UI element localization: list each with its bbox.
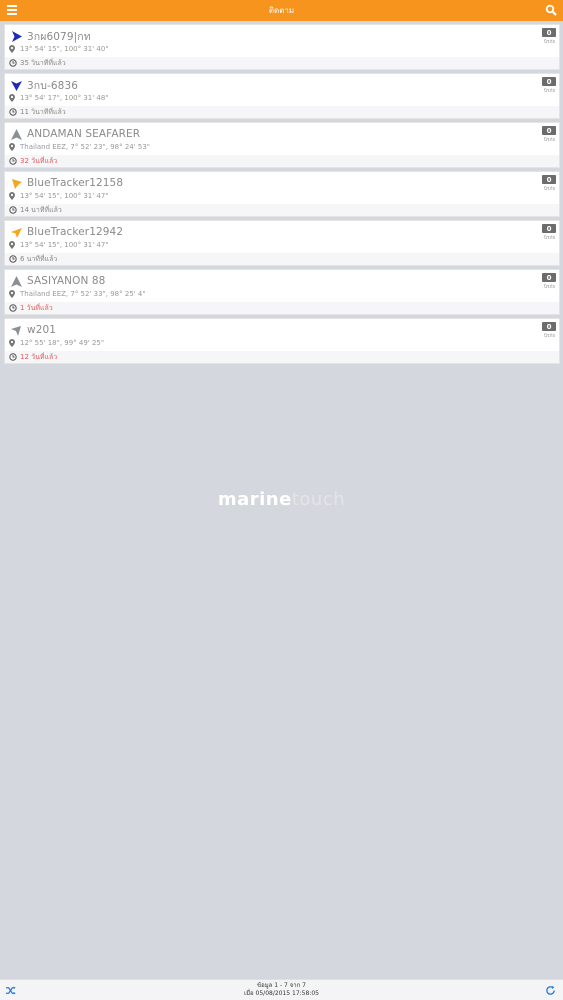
position-text: Thailand EEZ, 7° 52' 33", 98° 25' 4" bbox=[20, 290, 146, 298]
map-pin-icon bbox=[9, 143, 15, 151]
last-seen-text: 11 วินาทีที่แล้ว bbox=[20, 107, 66, 116]
last-seen-row: 1 วันที่แล้ว bbox=[5, 302, 559, 314]
vessel-card[interactable]: 3กผ6079|กท 13° 54' 15", 100° 31' 40" 35 … bbox=[4, 24, 560, 70]
map-pin-icon bbox=[9, 241, 15, 249]
vessel-header: SASIYANON 88 bbox=[10, 273, 105, 289]
vessel-position: 13° 54' 15", 100° 31' 47" bbox=[9, 192, 109, 200]
heading-arrow-icon bbox=[12, 178, 22, 189]
vessel-header: 3กบ-6836 bbox=[10, 77, 78, 93]
vessel-position: 13° 54' 15", 100° 31' 47" bbox=[9, 241, 109, 249]
last-seen-text: 6 นาทีที่แล้ว bbox=[20, 254, 58, 263]
last-seen-row: 35 วินาทีที่แล้ว bbox=[5, 57, 559, 69]
map-pin-icon bbox=[9, 192, 15, 200]
vessel-list: 3กผ6079|กท 13° 54' 15", 100° 31' 40" 35 … bbox=[4, 24, 560, 367]
watermark-part2: touch bbox=[291, 489, 346, 510]
heading-arrow-icon bbox=[11, 80, 22, 91]
top-bar: ติดตาม bbox=[0, 0, 563, 21]
last-seen-row: 11 วินาทีที่แล้ว bbox=[5, 106, 559, 118]
clock-icon bbox=[9, 59, 17, 67]
vessel-header: BlueTracker12158 bbox=[10, 175, 123, 191]
page-title: ติดตาม bbox=[268, 6, 295, 15]
position-text: 13° 54' 15", 100° 31' 47" bbox=[20, 192, 109, 200]
last-seen-text: 32 วันที่แล้ว bbox=[20, 156, 58, 165]
alert-count-badge: 0 bbox=[542, 28, 556, 37]
alert-count-label: นิรภัย bbox=[543, 40, 555, 45]
heading-arrow-icon bbox=[11, 325, 21, 336]
vessel-card[interactable]: BlueTracker12942 13° 54' 15", 100° 31' 4… bbox=[4, 220, 560, 266]
clock-icon bbox=[9, 108, 17, 116]
vessel-name: BlueTracker12158 bbox=[27, 177, 124, 189]
vessel-position: 13° 54' 15", 100° 31' 40" bbox=[9, 45, 109, 53]
vessel-position: 13° 54' 17", 100° 31' 48" bbox=[9, 94, 109, 102]
vessel-position: Thailand EEZ, 7° 52' 33", 98° 25' 4" bbox=[9, 290, 146, 298]
watermark-part1: marine bbox=[217, 489, 292, 510]
vessel-header: ANDAMAN SEAFARER bbox=[10, 126, 140, 142]
search-icon[interactable] bbox=[545, 4, 557, 16]
last-seen-text: 14 นาทีที่แล้ว bbox=[20, 205, 62, 214]
alert-count-badge: 0 bbox=[542, 322, 556, 331]
clock-icon bbox=[9, 157, 17, 165]
position-text: 12° 55' 18", 99° 49' 25" bbox=[20, 339, 105, 347]
vessel-card[interactable]: BlueTracker12158 13° 54' 15", 100° 31' 4… bbox=[4, 171, 560, 217]
heading-arrow-icon bbox=[11, 275, 22, 287]
position-text: Thailand EEZ, 7° 52' 23", 98° 24' 53" bbox=[20, 143, 151, 151]
refresh-icon[interactable] bbox=[545, 985, 556, 996]
shuffle-icon[interactable] bbox=[5, 985, 16, 996]
heading-arrow-icon bbox=[11, 128, 22, 140]
clock-icon bbox=[9, 255, 17, 263]
record-range: ข้อมูล 1 - 7 จาก 7 bbox=[256, 982, 306, 989]
alert-count-label: นิรภัย bbox=[543, 334, 555, 339]
alert-count-badge: 0 bbox=[542, 126, 556, 135]
clock-icon bbox=[9, 304, 17, 312]
vessel-card[interactable]: ANDAMAN SEAFARER Thailand EEZ, 7° 52' 23… bbox=[4, 122, 560, 168]
last-updated: เมื่อ 05/08/2015 17:58:05 bbox=[244, 990, 319, 997]
alert-count-badge: 0 bbox=[542, 273, 556, 282]
position-text: 13° 54' 17", 100° 31' 48" bbox=[20, 94, 109, 102]
map-pin-icon bbox=[9, 94, 15, 102]
alert-count-badge: 0 bbox=[542, 77, 556, 86]
alert-count-badge: 0 bbox=[542, 175, 556, 184]
vessel-card[interactable]: 3กบ-6836 13° 54' 17", 100° 31' 48" 11 วิ… bbox=[4, 73, 560, 119]
vessel-header: BlueTracker12942 bbox=[10, 224, 123, 240]
menu-icon[interactable] bbox=[7, 5, 17, 15]
last-seen-row: 6 นาทีที่แล้ว bbox=[5, 253, 559, 265]
vessel-name: SASIYANON 88 bbox=[27, 275, 106, 287]
last-seen-row: 32 วันที่แล้ว bbox=[5, 155, 559, 167]
clock-icon bbox=[9, 353, 17, 361]
last-seen-row: 12 วันที่แล้ว bbox=[5, 351, 559, 363]
clock-icon bbox=[9, 206, 17, 214]
brand-watermark: marinetouch bbox=[0, 489, 563, 510]
vessel-position: Thailand EEZ, 7° 52' 23", 98° 24' 53" bbox=[9, 143, 150, 151]
last-seen-row: 14 นาทีที่แล้ว bbox=[5, 204, 559, 216]
alert-count-label: นิรภัย bbox=[543, 187, 555, 192]
vessel-name: BlueTracker12942 bbox=[27, 226, 124, 238]
alert-count-label: นิรภัย bbox=[543, 236, 555, 241]
map-pin-icon bbox=[9, 339, 15, 347]
map-pin-icon bbox=[9, 45, 15, 53]
heading-arrow-icon bbox=[12, 30, 22, 42]
alert-count-label: นิรภัย bbox=[543, 285, 555, 290]
alert-count-badge: 0 bbox=[542, 224, 556, 233]
position-text: 13° 54' 15", 100° 31' 47" bbox=[20, 241, 109, 249]
last-seen-text: 35 วินาทีที่แล้ว bbox=[20, 58, 66, 67]
alert-count-label: นิรภัย bbox=[543, 89, 555, 94]
vessel-header: w201 bbox=[10, 322, 56, 338]
vessel-name: 3กบ-6836 bbox=[27, 79, 79, 92]
vessel-card[interactable]: w201 12° 55' 18", 99° 49' 25" 12 วันที่แ… bbox=[4, 318, 560, 364]
vessel-header: 3กผ6079|กท bbox=[10, 28, 91, 44]
position-text: 13° 54' 15", 100° 31' 40" bbox=[20, 45, 109, 53]
map-pin-icon bbox=[9, 290, 15, 298]
alert-count-label: นิรภัย bbox=[543, 138, 555, 143]
footer-bar: ข้อมูล 1 - 7 จาก 7 เมื่อ 05/08/2015 17:5… bbox=[0, 979, 563, 1000]
vessel-name: 3กผ6079|กท bbox=[27, 30, 91, 43]
last-seen-text: 12 วันที่แล้ว bbox=[20, 352, 58, 361]
vessel-name: w201 bbox=[27, 324, 57, 336]
vessel-position: 12° 55' 18", 99° 49' 25" bbox=[9, 339, 104, 347]
heading-arrow-icon bbox=[11, 227, 22, 238]
vessel-card[interactable]: SASIYANON 88 Thailand EEZ, 7° 52' 33", 9… bbox=[4, 269, 560, 315]
last-seen-text: 1 วันที่แล้ว bbox=[20, 303, 53, 312]
vessel-name: ANDAMAN SEAFARER bbox=[27, 128, 141, 140]
